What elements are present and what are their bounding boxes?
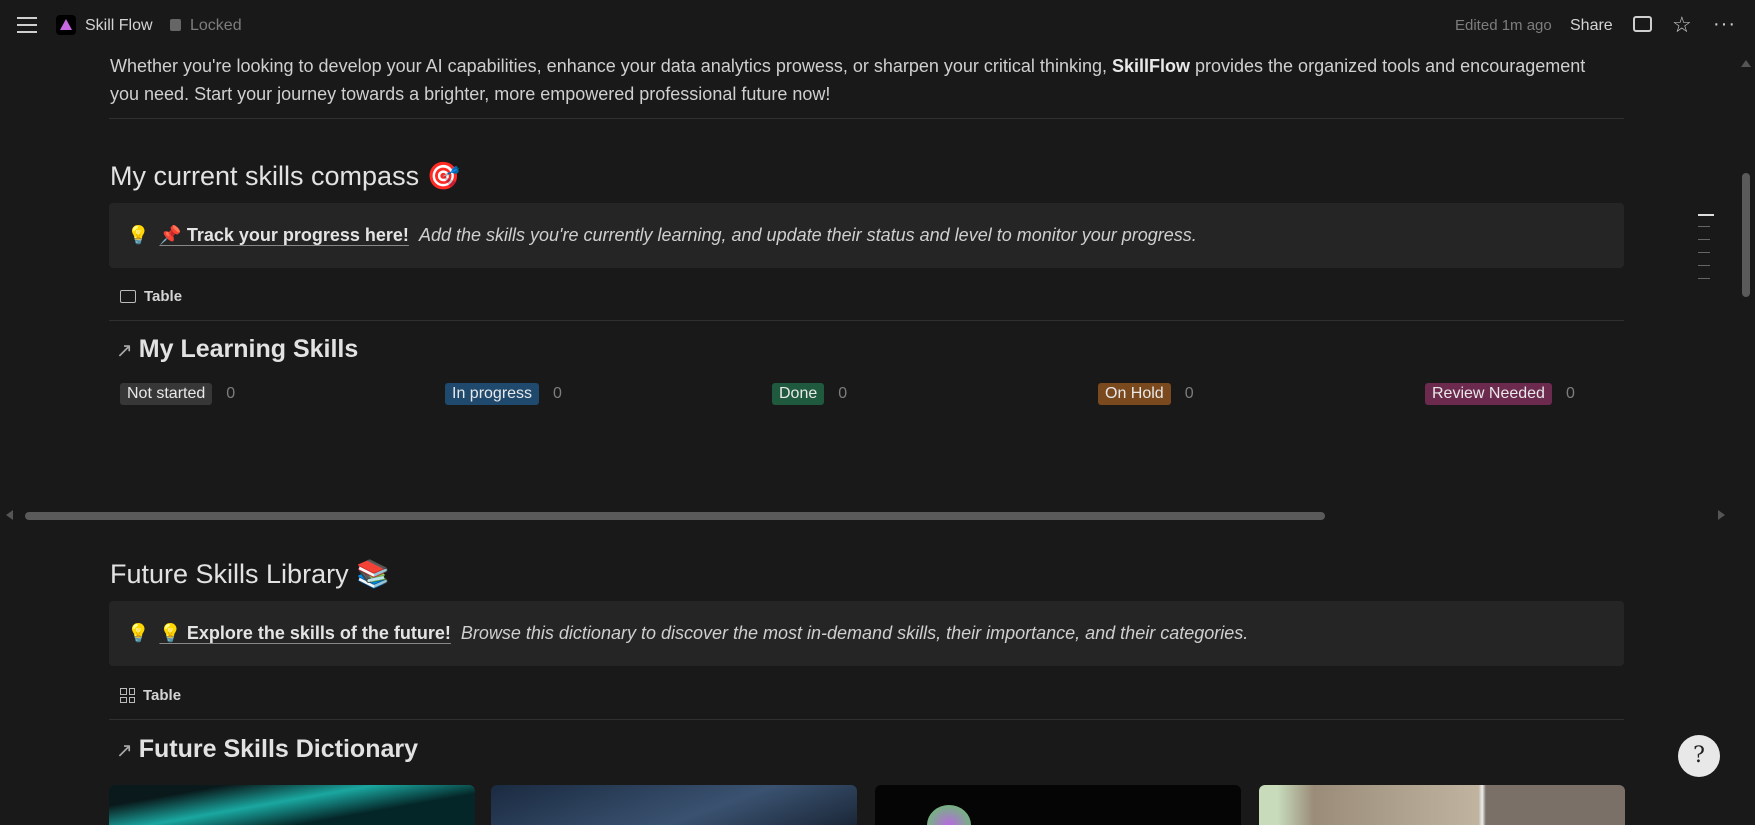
lightbulb-icon: 💡 [127, 225, 150, 245]
scroll-left-icon[interactable] [6, 510, 13, 520]
view-label: Table [143, 687, 182, 704]
library-callout: 💡 💡 Explore the skills of the future! Br… [109, 601, 1624, 666]
help-button[interactable]: ? [1678, 735, 1720, 777]
edited-timestamp: Edited 1m ago [1455, 17, 1552, 34]
gallery-icon [120, 688, 135, 703]
group-count: 0 [1184, 385, 1194, 402]
arrow-up-right-icon: ↗ [116, 340, 133, 362]
callout-text: Browse this dictionary to discover the m… [460, 623, 1249, 643]
share-button[interactable]: Share [1570, 17, 1613, 35]
board-group-done[interactable]: Done 0 [772, 383, 847, 405]
board-group-in-progress[interactable]: In progress 0 [445, 383, 562, 405]
status-tag: On Hold [1098, 383, 1171, 405]
library-heading: Future Skills Library 📚 [110, 559, 390, 589]
horizontal-scrollbar[interactable] [25, 512, 1325, 520]
database-title-text: My Learning Skills [138, 335, 359, 363]
tab-table-view[interactable]: Table [120, 288, 182, 305]
status-tag: Done [772, 383, 825, 405]
intro-text: Whether you're looking to develop your A… [110, 56, 1112, 76]
view-label: Table [144, 288, 183, 305]
gallery-card-image[interactable] [875, 785, 1241, 825]
page-logo-icon [56, 15, 76, 35]
menu-icon[interactable] [17, 17, 37, 33]
status-tag: Not started [120, 383, 213, 405]
page-outline[interactable] [1698, 214, 1714, 279]
status-tag: In progress [445, 383, 540, 405]
group-count: 0 [838, 385, 848, 402]
gallery-card-image[interactable] [491, 785, 857, 825]
more-icon[interactable]: ··· [1713, 13, 1736, 36]
breadcrumb-title[interactable]: Skill Flow [85, 17, 153, 35]
callout-link[interactable]: 📌 Track your progress here! [159, 225, 409, 246]
lightbulb-icon: 💡 [127, 623, 150, 643]
board-group-not-started[interactable]: Not started 0 [120, 383, 235, 405]
vertical-scrollbar[interactable] [1742, 173, 1750, 297]
scroll-up-icon[interactable] [1741, 60, 1751, 67]
status-tag: Review Needed [1425, 383, 1552, 405]
comment-icon[interactable] [1633, 16, 1652, 32]
divider [109, 320, 1624, 321]
top-bar: Skill Flow Locked Edited 1m ago Share ☆ … [0, 0, 1755, 52]
intro-paragraph: Whether you're looking to develop your A… [110, 52, 1610, 108]
arrow-up-right-icon: ↗ [116, 740, 133, 762]
database-title[interactable]: ↗ Future Skills Dictionary [116, 735, 418, 764]
database-title-text: Future Skills Dictionary [138, 735, 419, 763]
group-count: 0 [1565, 385, 1575, 402]
star-icon[interactable]: ☆ [1672, 12, 1692, 38]
group-count: 0 [553, 385, 562, 402]
board-group-review-needed[interactable]: Review Needed 0 [1425, 383, 1575, 405]
callout-text: Add the skills you're currently learning… [418, 225, 1197, 245]
board-group-on-hold[interactable]: On Hold 0 [1098, 383, 1194, 405]
table-icon [120, 290, 136, 303]
lock-icon [170, 19, 181, 31]
scroll-right-icon[interactable] [1718, 510, 1725, 520]
divider [109, 118, 1624, 119]
locked-label[interactable]: Locked [190, 17, 242, 35]
database-title[interactable]: ↗ My Learning Skills [116, 335, 358, 364]
divider [109, 719, 1624, 720]
callout-link[interactable]: 💡 Explore the skills of the future! [159, 623, 450, 644]
group-count: 0 [226, 385, 236, 402]
compass-heading: My current skills compass 🎯 [110, 161, 461, 191]
tab-gallery-view[interactable]: Table [120, 687, 181, 704]
gallery-card-image[interactable] [109, 785, 475, 825]
compass-callout: 💡 📌 Track your progress here! Add the sk… [109, 203, 1624, 268]
intro-brand: SkillFlow [1111, 56, 1190, 76]
gallery-card-image[interactable] [1259, 785, 1625, 825]
